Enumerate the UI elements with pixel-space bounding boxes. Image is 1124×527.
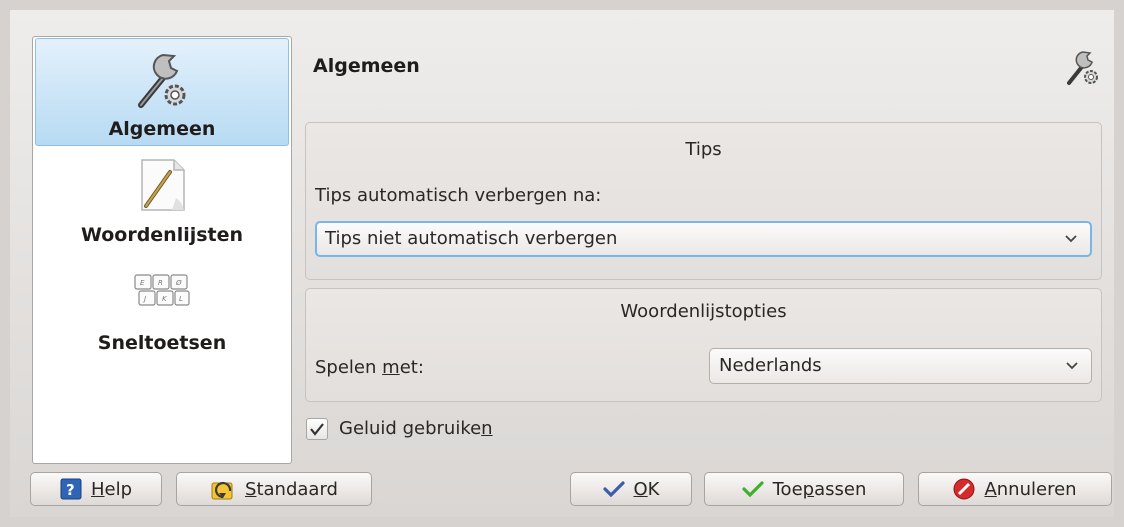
sidebar-item-label: Sneltoetsen [97, 332, 227, 354]
svg-text:R: R [158, 279, 163, 287]
checkmark-icon [602, 480, 625, 498]
sidebar-item-label: Woordenlijsten [80, 224, 244, 246]
wrench-gear-icon [138, 53, 186, 108]
tips-group: Tips Tips automatisch verbergen na: Tips… [305, 122, 1102, 280]
pencil-document-icon [141, 159, 185, 211]
sidebar-item-woordenlijsten[interactable]: Woordenlijsten [35, 149, 289, 257]
hide-tips-combobox[interactable]: Tips niet automatisch verbergen [315, 221, 1092, 257]
combobox-value: Tips niet automatisch verbergen [325, 228, 618, 249]
apply-button[interactable]: Toepassen [704, 472, 904, 506]
dictionary-options-group: Woordenlijstopties Spelen met: Nederland… [305, 288, 1102, 402]
checkmark-icon [742, 480, 764, 498]
cancel-button[interactable]: Annuleren [918, 472, 1112, 506]
svg-text:?: ? [66, 481, 75, 499]
chevron-down-icon [1065, 235, 1077, 243]
svg-text:E: E [140, 279, 145, 287]
help-button[interactable]: ? Help [30, 472, 162, 506]
sidebar-item-algemeen[interactable]: Algemeen [35, 38, 289, 146]
svg-text:L: L [179, 295, 183, 303]
use-sound-checkbox[interactable] [306, 418, 328, 440]
cancel-icon [953, 478, 975, 500]
play-with-combobox[interactable]: Nederlands [709, 348, 1092, 384]
hide-tips-label: Tips automatisch verbergen na: [315, 185, 602, 206]
use-sound-label[interactable]: Geluid gebruiken [339, 418, 493, 439]
undo-icon [210, 477, 236, 501]
sidebar-item-label: Algemeen [108, 118, 216, 140]
chevron-down-icon [1066, 362, 1078, 370]
checkmark-icon [310, 423, 324, 436]
play-with-label: Spelen met: [315, 357, 424, 378]
group-title: Tips [685, 139, 722, 160]
page-title: Algemeen [313, 55, 420, 77]
svg-text:Ø: Ø [175, 279, 182, 287]
sidebar-item-sneltoetsen[interactable]: ERØ JKL Sneltoetsen [35, 259, 289, 367]
ok-button[interactable]: OK [570, 472, 692, 506]
wrench-gear-icon [1067, 51, 1098, 85]
group-title: Woordenlijstopties [620, 301, 787, 322]
combobox-value: Nederlands [719, 355, 822, 376]
sidebar: Algemeen Woordenlijsten ERØ JKL Sneltoet… [32, 36, 292, 464]
defaults-button[interactable]: Standaard [176, 472, 372, 506]
help-icon: ? [60, 478, 82, 500]
keyboard-icon: ERØ JKL [134, 274, 190, 306]
